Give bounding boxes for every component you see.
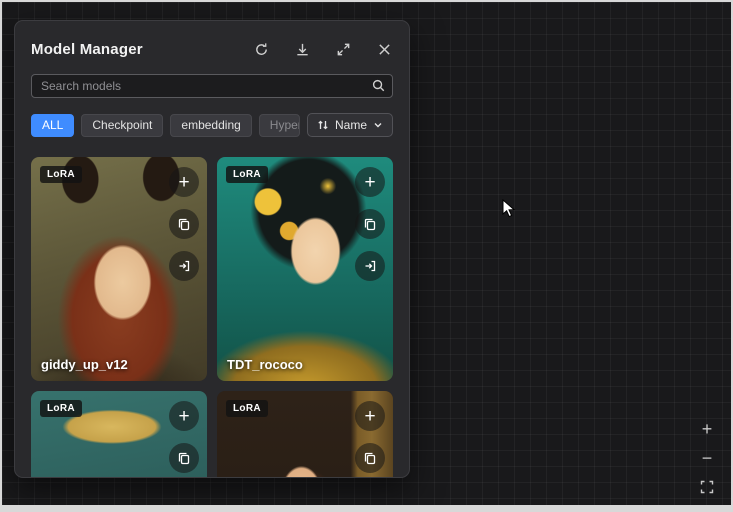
expand-icon[interactable]	[334, 40, 352, 58]
model-card[interactable]: LoRA +	[31, 391, 207, 478]
node-editor-canvas[interactable]: Model Manager	[2, 2, 731, 505]
refresh-icon[interactable]	[252, 40, 270, 58]
chevron-down-icon	[373, 120, 383, 130]
copy-icon[interactable]	[169, 443, 199, 473]
model-card-grid: LoRA + giddy_up_v12 LoRA +	[31, 157, 393, 478]
copy-icon[interactable]	[169, 209, 199, 239]
add-model-button[interactable]: +	[169, 167, 199, 197]
copy-icon[interactable]	[355, 209, 385, 239]
model-type-badge: LoRA	[226, 400, 268, 417]
filter-row: ALL Checkpoint embedding Hypernetwork Na…	[31, 113, 393, 137]
zoom-in-button[interactable]: +	[697, 419, 717, 439]
search-icon	[371, 78, 386, 98]
model-type-badge: LoRA	[40, 400, 82, 417]
close-icon[interactable]	[375, 40, 393, 58]
canvas-zoom-controls: + −	[697, 419, 717, 497]
model-name: TDT_rococo	[227, 357, 303, 372]
panel-toolbar	[252, 40, 393, 58]
model-card[interactable]: LoRA +	[217, 391, 393, 478]
sort-arrows-icon	[317, 119, 329, 131]
zoom-out-button[interactable]: −	[697, 448, 717, 468]
sort-label: Name	[335, 118, 367, 132]
load-workflow-icon[interactable]	[169, 251, 199, 281]
filter-chip-all[interactable]: ALL	[31, 114, 74, 137]
model-card-tdt-rococo[interactable]: LoRA + TDT_rococo	[217, 157, 393, 381]
sort-dropdown[interactable]: Name	[307, 113, 393, 137]
copy-icon[interactable]	[355, 443, 385, 473]
model-type-badge: LoRA	[40, 166, 82, 183]
model-card-giddy-up-v12[interactable]: LoRA + giddy_up_v12	[31, 157, 207, 381]
search-input[interactable]	[31, 74, 393, 98]
fit-view-icon[interactable]	[697, 477, 717, 497]
panel-title: Model Manager	[31, 41, 143, 58]
download-icon[interactable]	[293, 40, 311, 58]
add-model-button[interactable]: +	[355, 167, 385, 197]
model-manager-panel: Model Manager	[14, 20, 410, 478]
filter-chip-hypernetwork[interactable]: Hypernetwork	[259, 114, 300, 137]
model-type-badge: LoRA	[226, 166, 268, 183]
filter-chip-checkpoint[interactable]: Checkpoint	[81, 114, 163, 137]
load-workflow-icon[interactable]	[355, 251, 385, 281]
add-model-button[interactable]: +	[355, 401, 385, 431]
model-name: giddy_up_v12	[41, 357, 128, 372]
mouse-cursor	[502, 199, 516, 224]
add-model-button[interactable]: +	[169, 401, 199, 431]
panel-header: Model Manager	[31, 37, 393, 61]
filter-chip-embedding[interactable]: embedding	[170, 114, 251, 137]
search-bar	[31, 74, 393, 98]
